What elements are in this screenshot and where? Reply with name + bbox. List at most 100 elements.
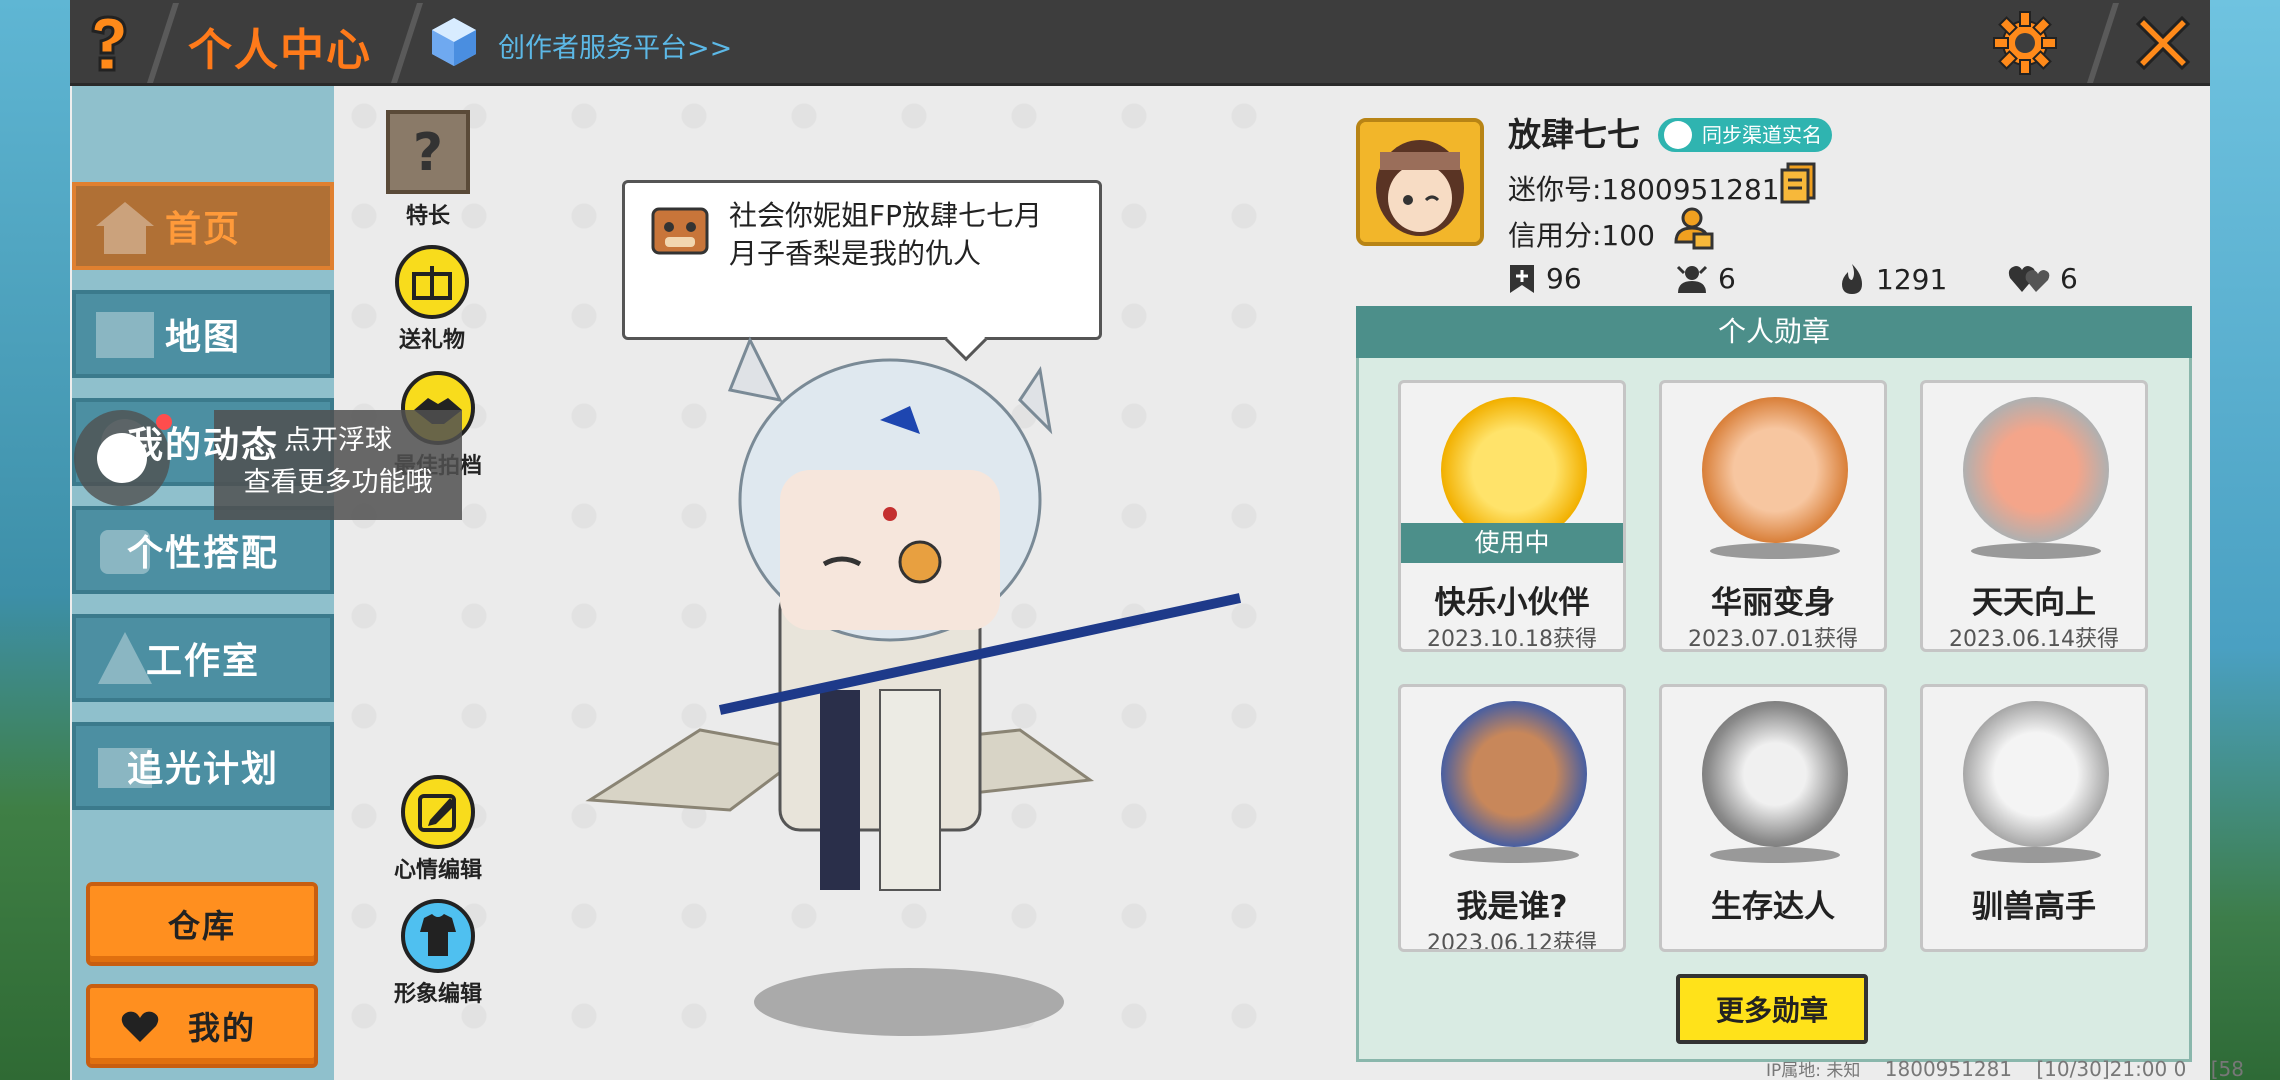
- verify-badge-label: 同步渠道实名: [1702, 123, 1822, 147]
- medal-name: 我是谁?: [1456, 889, 1568, 925]
- medal-card[interactable]: 驯兽高手: [1920, 684, 2148, 952]
- who-am-i-medal-icon: [1441, 701, 1587, 847]
- home-icon: [96, 202, 154, 254]
- credit-score: 信用分:100: [1508, 219, 1655, 252]
- happy-partner-medal-icon: [1441, 397, 1587, 543]
- warehouse-label: 仓库: [167, 907, 236, 945]
- verified-user-icon: [1664, 121, 1692, 149]
- help-button[interactable]: [78, 10, 138, 76]
- mood-speech-bubble[interactable]: 社会你妮姐FP放肆七七月 月子香梨是我的仇人: [622, 180, 1102, 362]
- warehouse-button[interactable]: 仓库: [86, 882, 318, 966]
- top-bar: [70, 0, 2210, 86]
- medal-date: 2023.06.14获得: [1949, 627, 2119, 652]
- stat-followers-value: 6: [1718, 262, 1736, 295]
- medal-panel-title: 个人勋章: [1356, 306, 2192, 358]
- tooltip-line2: 查看更多功能哦: [243, 467, 433, 498]
- credit-user-icon[interactable]: [1672, 206, 1714, 250]
- heart-icon: [121, 1011, 159, 1042]
- mood-edit-label: 心情编辑: [394, 858, 483, 883]
- daily-progress-medal-icon: [1963, 397, 2109, 543]
- avatar-edit-label: 形象编辑: [394, 982, 483, 1007]
- stat-popularity-value: 1291: [1876, 262, 1948, 296]
- medal-card[interactable]: 生存达人: [1659, 684, 1887, 952]
- medal-name: 天天向上: [1972, 585, 2096, 621]
- sidebar-item-label: 工作室: [145, 641, 260, 682]
- creator-platform-link[interactable]: 创作者服务平台>>: [498, 26, 732, 65]
- sidebar-item-label: 首页: [164, 209, 241, 250]
- creator-cube-icon[interactable]: [428, 16, 480, 68]
- medal-shadow: [1710, 543, 1840, 559]
- stat-likes[interactable]: 6: [2008, 262, 2078, 295]
- sidebar-item-label: 个性搭配: [126, 533, 279, 574]
- stat-popularity[interactable]: 1291: [1838, 262, 1947, 296]
- outfit-edit-icon: [401, 899, 475, 973]
- medal-name: 华丽变身: [1711, 585, 1835, 621]
- hearts-icon: [2008, 265, 2050, 292]
- avatar[interactable]: [1356, 118, 1484, 246]
- medal-card[interactable]: 华丽变身 2023.07.01获得: [1659, 380, 1887, 652]
- medal-name: 生存达人: [1711, 889, 1835, 925]
- mystery-box-icon: ?: [386, 110, 470, 194]
- stat-posts[interactable]: 96: [1508, 262, 1582, 295]
- specialty-label: 特长: [405, 204, 450, 229]
- page-title: 个人中心: [188, 25, 372, 76]
- close-icon[interactable]: [2128, 8, 2198, 78]
- copy-icon[interactable]: [1780, 162, 1816, 204]
- edit-icon: [401, 775, 475, 849]
- svg-text:?: ?: [413, 123, 443, 183]
- footer-uid: 1800951281: [1884, 1057, 2013, 1080]
- more-medals-button[interactable]: 更多勋章: [1676, 974, 1868, 1044]
- mine-label: 我的: [187, 1009, 256, 1047]
- in-use-badge: 使用中: [1401, 523, 1623, 563]
- flame-icon: [1842, 264, 1862, 294]
- cow-avatar-icon: [651, 207, 709, 255]
- medal-date: 2023.06.12获得: [1427, 931, 1597, 952]
- mine-button[interactable]: 我的: [86, 984, 318, 1068]
- map-icon: [96, 312, 154, 358]
- user-name: 放肆七七: [1508, 115, 1640, 154]
- footer-info: IP属地: 未知 1800951281 [10/30]21:00 0 [58: [1766, 1056, 2262, 1080]
- bookmark-plus-icon: [1510, 264, 1534, 293]
- gift-icon: [395, 245, 469, 319]
- mood-text-line2: 月子香梨是我的仇人: [729, 237, 982, 270]
- fans-icon: [1676, 265, 1708, 293]
- mood-text-line1: 社会你妮姐FP放肆七七月: [729, 199, 1042, 232]
- sidebar-item-map[interactable]: 地图: [72, 290, 334, 378]
- stat-likes-value: 6: [2060, 262, 2078, 295]
- avatar-portrait: [1360, 122, 1480, 242]
- medal-date: 2023.10.18获得: [1427, 627, 1597, 652]
- medal-card[interactable]: 天天向上 2023.06.14获得: [1920, 380, 2148, 652]
- avatar-edit-button[interactable]: 形象编辑: [394, 898, 482, 1008]
- send-gift-button[interactable]: 送礼物: [394, 244, 470, 354]
- verify-badge[interactable]: 同步渠道实名: [1658, 118, 1832, 152]
- mood-edit-button[interactable]: 心情编辑: [394, 774, 482, 884]
- stat-followers[interactable]: 6: [1676, 262, 1736, 295]
- send-gift-label: 送礼物: [398, 328, 465, 353]
- medal-card[interactable]: 使用中 快乐小伙伴 2023.10.18获得: [1398, 380, 1626, 652]
- sidebar-item-studio[interactable]: 工作室: [72, 614, 334, 702]
- sidebar-item-home[interactable]: 首页: [72, 182, 334, 270]
- sidebar-item-light-chaser[interactable]: 追光计划: [72, 722, 334, 810]
- gear-icon[interactable]: [1990, 8, 2060, 78]
- specialty-button[interactable]: ? 特长: [384, 108, 472, 230]
- medal-shadow: [1449, 847, 1579, 863]
- player-character-model[interactable]: [580, 330, 1260, 950]
- character-shadow: [754, 968, 1064, 1036]
- gorgeous-transform-medal-icon: [1702, 397, 1848, 543]
- background-scenery-right: [2205, 0, 2280, 1080]
- footer-extra: [58: [2210, 1057, 2244, 1080]
- sidebar-item-label: 我的动态: [126, 425, 279, 466]
- sidebar-item-label: 地图: [164, 317, 241, 358]
- sidebar-item-label: 追光计划: [126, 749, 279, 790]
- medal-card[interactable]: 我是谁? 2023.06.12获得: [1398, 684, 1626, 952]
- beast-tamer-medal-icon: [1963, 701, 2109, 847]
- medal-name: 驯兽高手: [1972, 889, 2096, 925]
- medal-date: 2023.07.01获得: [1688, 627, 1858, 652]
- mini-id: 迷你号:1800951281: [1508, 173, 1780, 206]
- question-mark-icon: [91, 15, 127, 72]
- background-scenery-left: [0, 0, 72, 1080]
- ip-location: IP属地: 未知: [1766, 1061, 1861, 1080]
- medal-name: 快乐小伙伴: [1434, 585, 1590, 621]
- survival-expert-medal-icon: [1702, 701, 1848, 847]
- footer-time: [10/30]21:00 0: [2036, 1057, 2187, 1080]
